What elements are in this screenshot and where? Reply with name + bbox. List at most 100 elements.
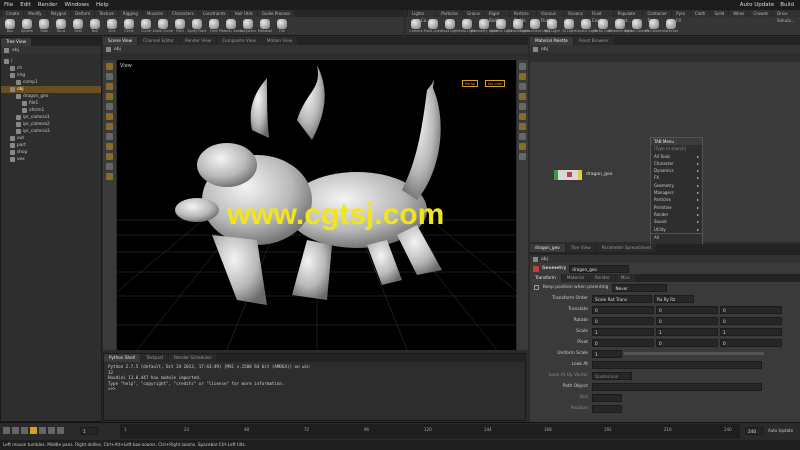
shelf-tool[interactable]: Box <box>3 19 17 33</box>
template-icon[interactable] <box>519 123 526 130</box>
shelf-tool[interactable]: Geometry Light <box>471 19 497 33</box>
select-tool-icon[interactable] <box>106 63 113 70</box>
tab[interactable]: Motion View <box>261 37 298 45</box>
camera-menu[interactable]: No cam <box>485 80 506 87</box>
tab-menu-all[interactable]: All <box>651 232 702 241</box>
tree-row[interactable]: xform1 <box>1 107 101 114</box>
tab[interactable]: Scene View <box>103 37 138 45</box>
shelf-tool[interactable]: Sky Light <box>544 19 560 33</box>
step-back-icon[interactable] <box>12 427 19 434</box>
dynamics-icon[interactable] <box>106 153 113 160</box>
menu-help[interactable]: Help <box>96 2 109 8</box>
shelf-tool[interactable]: Stereo Camera <box>624 19 650 33</box>
shelf-tool[interactable]: Grid <box>71 19 85 33</box>
points-icon[interactable] <box>519 153 526 160</box>
param-field[interactable]: 0 <box>720 316 782 325</box>
tab-menu-item[interactable]: Primitive ▸ <box>651 204 702 211</box>
tree-row[interactable]: shop <box>1 149 101 156</box>
shelf-tool[interactable]: Metaball <box>258 19 272 33</box>
viewer-path[interactable]: obj <box>114 47 121 52</box>
shelf-tab[interactable]: Cloth <box>691 10 710 17</box>
console-output[interactable]: Python 2.7.5 (default, Oct 24 2013, 17:4… <box>104 362 525 394</box>
shelf-tab[interactable]: Hair Utils <box>230 10 257 17</box>
shelf-tool[interactable]: Caustic Light <box>575 19 597 33</box>
shelf-tool[interactable]: Path <box>173 19 187 33</box>
look-up-menu[interactable]: Quaternion <box>592 371 632 380</box>
param-field[interactable]: 0 <box>656 316 718 325</box>
backface-icon[interactable] <box>519 103 526 110</box>
param-field[interactable]: 1 <box>592 327 654 336</box>
shelf-tool[interactable]: GI Light <box>562 19 576 33</box>
tab-menu-item[interactable]: Character ▸ <box>651 160 702 167</box>
tab-menu-item[interactable]: Geometry ▸ <box>651 182 702 189</box>
handle-tool-icon[interactable] <box>106 103 113 110</box>
param-field[interactable]: 1 <box>656 327 718 336</box>
timeline-bar[interactable]: 1 24 48 72 96 120 144 168 192 216 240 <box>120 424 740 439</box>
tree-row[interactable]: ch <box>1 65 101 72</box>
step-forward-icon[interactable] <box>48 427 55 434</box>
shelf-tool[interactable]: Tube <box>37 19 51 33</box>
tab[interactable]: Misc <box>615 274 636 282</box>
param-field[interactable]: 0 <box>592 338 654 347</box>
shelf-tab[interactable]: Particles <box>437 10 463 17</box>
scale-tool-icon[interactable] <box>106 93 113 100</box>
position-field[interactable] <box>592 404 622 413</box>
tree-row[interactable]: out <box>1 135 101 142</box>
visibility-icon[interactable] <box>519 113 526 120</box>
tab[interactable]: Transform <box>530 274 561 282</box>
shelf-tab[interactable]: Populate Cont... <box>613 10 643 23</box>
jump-end-icon[interactable] <box>57 427 64 434</box>
shelf-tab[interactable]: Deform <box>71 10 95 17</box>
pose-tool-icon[interactable] <box>106 113 113 120</box>
tree-row[interactable]: vex <box>1 156 101 163</box>
tab-tree-view[interactable]: Tree View <box>1 38 31 46</box>
move-tool-icon[interactable] <box>106 73 113 80</box>
home-icon[interactable] <box>106 46 111 52</box>
tree-row[interactable]: ipr_camera2 <box>1 121 101 128</box>
tab[interactable]: Render <box>589 274 615 282</box>
tab[interactable]: Render Scheduler <box>169 354 217 362</box>
shading-icon[interactable] <box>519 83 526 90</box>
shelf-tool[interactable]: Environment Light <box>519 19 551 33</box>
node-name-field[interactable]: dragon_geo <box>569 264 630 273</box>
shelf-tab[interactable]: Container Tools <box>643 10 672 23</box>
tab-menu-item[interactable]: Sound ▸ <box>651 218 702 225</box>
param-field[interactable]: 0 <box>656 338 718 347</box>
shelf-tool[interactable]: L-System <box>240 19 256 33</box>
param-field[interactable]: 0 <box>720 338 782 347</box>
snap-icon[interactable] <box>106 133 113 140</box>
display-options-icon[interactable] <box>519 63 526 70</box>
shelf-tool[interactable]: Point Light <box>424 19 442 33</box>
shelf-tool[interactable]: Null <box>88 19 102 33</box>
param-field[interactable]: 0 <box>592 316 654 325</box>
shelf-tab[interactable]: Constraints <box>198 10 230 17</box>
shelf-tab[interactable]: Guide Process <box>257 10 295 17</box>
keep-position-menu[interactable]: Never <box>612 283 668 292</box>
lighting-icon[interactable] <box>519 73 526 80</box>
shelf-tool[interactable]: Circle <box>122 19 136 33</box>
shelf-tool[interactable]: VR Camera <box>644 19 664 33</box>
shelf-tab[interactable]: Oceans <box>563 10 587 17</box>
tab-menu-item[interactable]: Particles ▸ <box>651 196 702 203</box>
tree-row[interactable]: comp1 <box>1 79 101 86</box>
shelf-tool[interactable]: Spray Paint <box>187 19 207 33</box>
tab[interactable]: Asset Browser <box>573 37 614 45</box>
shelf-tab[interactable]: Characters <box>167 10 198 17</box>
home-icon[interactable] <box>533 46 538 52</box>
tab-menu-item[interactable]: Managers ▸ <box>651 189 702 196</box>
param-path[interactable]: obj <box>541 257 548 262</box>
tree-row[interactable]: obj <box>1 86 101 93</box>
normals-icon[interactable] <box>519 143 526 150</box>
path-label[interactable]: obj <box>12 48 19 53</box>
tree-row[interactable]: file1 <box>1 100 101 107</box>
tree-row[interactable]: ipr_camera3 <box>1 128 101 135</box>
shelf-tab[interactable]: Texture <box>95 10 118 17</box>
tab[interactable]: Textport <box>141 354 169 362</box>
param-field[interactable]: 0 <box>720 305 782 314</box>
shelf-tab[interactable]: Solid <box>710 10 729 17</box>
tab[interactable]: Material <box>561 274 589 282</box>
rotate-tool-icon[interactable] <box>106 83 113 90</box>
shelf-tab[interactable]: Modify <box>24 10 46 17</box>
roll-field[interactable] <box>592 393 622 402</box>
shelf-tool[interactable]: Line <box>105 19 119 33</box>
